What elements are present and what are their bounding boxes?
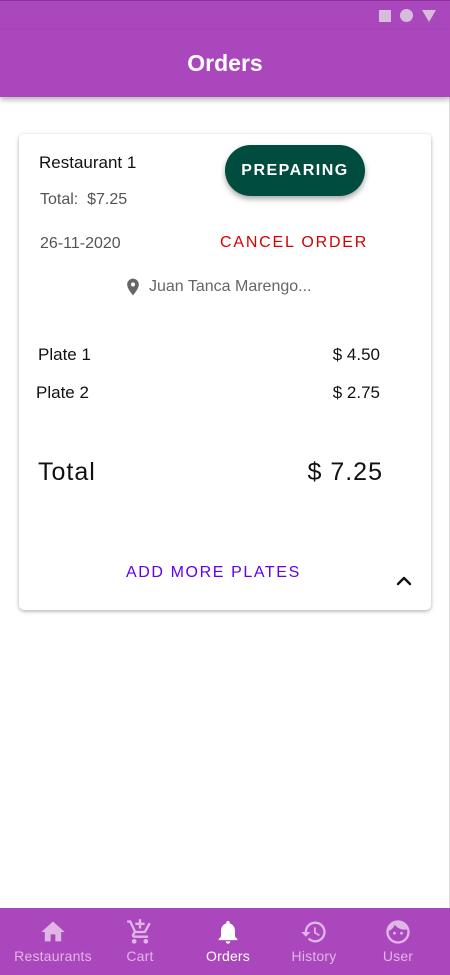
nav-label: Cart <box>126 948 154 964</box>
home-icon <box>41 921 65 942</box>
nav-item-orders[interactable]: Orders <box>198 908 258 975</box>
face-icon <box>386 920 410 944</box>
chevron-up-icon[interactable] <box>396 574 412 586</box>
nav-item-user[interactable]: User <box>370 908 426 975</box>
order-date: 26-11-2020 <box>40 235 121 252</box>
nav-item-restaurants[interactable]: Restaurants <box>8 908 98 975</box>
item-name: Plate 2 <box>36 383 89 402</box>
nav-label: User <box>382 948 414 964</box>
page-title: Orders <box>187 50 263 76</box>
system-status-bar <box>0 0 450 30</box>
history-icon <box>301 921 326 943</box>
order-total-summary: Total: $7.25 <box>40 191 128 208</box>
restaurant-name: Restaurant 1 <box>39 153 137 172</box>
cancel-order-button[interactable]: CANCEL ORDER <box>220 234 368 252</box>
item-price: $ 4.50 <box>332 345 380 364</box>
circle-icon <box>400 9 413 22</box>
system-status-icons <box>379 9 436 22</box>
triangle-icon <box>422 9 436 22</box>
address-text: Juan Tanca Marengo... <box>149 278 312 295</box>
square-icon <box>379 9 391 22</box>
app-bar: Orders <box>0 30 450 97</box>
bell-icon <box>218 920 238 944</box>
location-pin-icon <box>127 278 139 296</box>
nav-item-history[interactable]: History <box>280 908 348 975</box>
nav-label: Orders <box>206 948 250 964</box>
item-price: $ 2.75 <box>332 383 380 402</box>
nav-label: Restaurants <box>14 948 92 964</box>
add-shopping-cart-icon <box>127 919 151 944</box>
grand-total-value: $ 7.25 <box>307 458 383 486</box>
grand-total-label: Total <box>38 458 96 486</box>
bottom-navigation: Restaurants Cart Orders History User <box>0 908 450 975</box>
nav-item-cart[interactable]: Cart <box>110 908 170 975</box>
order-card: Restaurant 1 Total: $7.25 26-11-2020 PRE… <box>19 134 431 610</box>
add-more-plates-button[interactable]: ADD MORE PLATES <box>126 564 301 582</box>
delivery-address: Juan Tanca Marengo... <box>123 275 311 299</box>
item-name: Plate 1 <box>38 345 91 364</box>
order-status-chip: PREPARING <box>225 145 365 196</box>
nav-label: History <box>291 948 337 964</box>
